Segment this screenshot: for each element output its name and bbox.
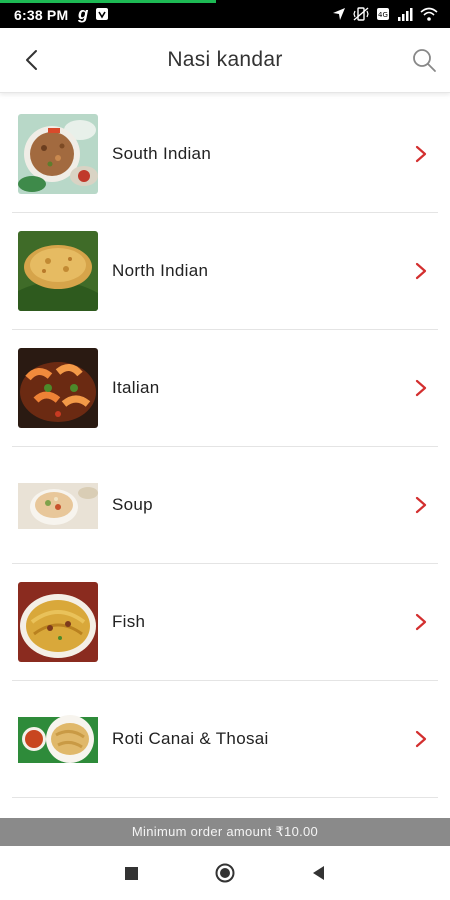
signal-icon bbox=[398, 8, 413, 21]
minimum-order-banner: Minimum order amount ₹10.00 bbox=[0, 818, 450, 846]
app-notification-icon: g bbox=[78, 4, 89, 23]
wifi-icon bbox=[420, 7, 438, 21]
soup-thumbnail bbox=[18, 465, 98, 545]
category-row-partial[interactable] bbox=[12, 798, 438, 818]
category-row-south-indian[interactable]: South Indian bbox=[12, 96, 438, 213]
svg-text:4G: 4G bbox=[378, 11, 388, 19]
category-label: Roti Canai & Thosai bbox=[112, 729, 269, 748]
page-title: Nasi kandar bbox=[167, 48, 283, 71]
location-icon bbox=[333, 8, 345, 20]
chevron-right-icon bbox=[415, 145, 427, 163]
recents-icon[interactable] bbox=[125, 867, 138, 880]
system-nav-bar bbox=[0, 846, 450, 900]
status-time: 6:38 PM bbox=[14, 7, 69, 23]
category-row-roti-canai[interactable]: Roti Canai & Thosai bbox=[12, 681, 438, 798]
chevron-right-icon bbox=[415, 262, 427, 280]
italian-food-thumbnail bbox=[18, 348, 98, 428]
chevron-right-icon bbox=[415, 379, 427, 397]
chevron-right-icon bbox=[415, 730, 427, 748]
app-bar: Nasi kandar bbox=[0, 28, 450, 93]
category-row-fish[interactable]: Fish bbox=[12, 564, 438, 681]
category-list: South Indian North Indian Italian Soup F… bbox=[0, 96, 450, 818]
category-row-north-indian[interactable]: North Indian bbox=[12, 213, 438, 330]
category-label: South Indian bbox=[112, 144, 212, 163]
chevron-right-icon bbox=[415, 613, 427, 631]
status-bar: 6:38 PM g 4G bbox=[0, 0, 450, 28]
status-progress-strip bbox=[0, 0, 216, 3]
vibrate-icon bbox=[353, 7, 369, 21]
shield-icon bbox=[96, 8, 108, 20]
category-row-soup[interactable]: Soup bbox=[12, 447, 438, 564]
back-icon[interactable] bbox=[311, 865, 325, 881]
category-row-italian[interactable]: Italian bbox=[12, 330, 438, 447]
category-label: Soup bbox=[112, 495, 153, 514]
chevron-right-icon bbox=[415, 496, 427, 514]
category-label: Italian bbox=[112, 378, 160, 397]
fish-dish-thumbnail bbox=[18, 582, 98, 662]
home-icon[interactable] bbox=[215, 863, 235, 883]
category-label: North Indian bbox=[112, 261, 209, 280]
south-indian-food-thumbnail bbox=[18, 114, 98, 194]
status-icons: 4G bbox=[332, 6, 438, 22]
north-indian-food-thumbnail bbox=[18, 231, 98, 311]
search-icon[interactable] bbox=[410, 46, 438, 74]
roti-canai-thumbnail bbox=[18, 699, 98, 779]
data-icon: 4G bbox=[377, 8, 389, 20]
category-label: Fish bbox=[112, 612, 146, 631]
